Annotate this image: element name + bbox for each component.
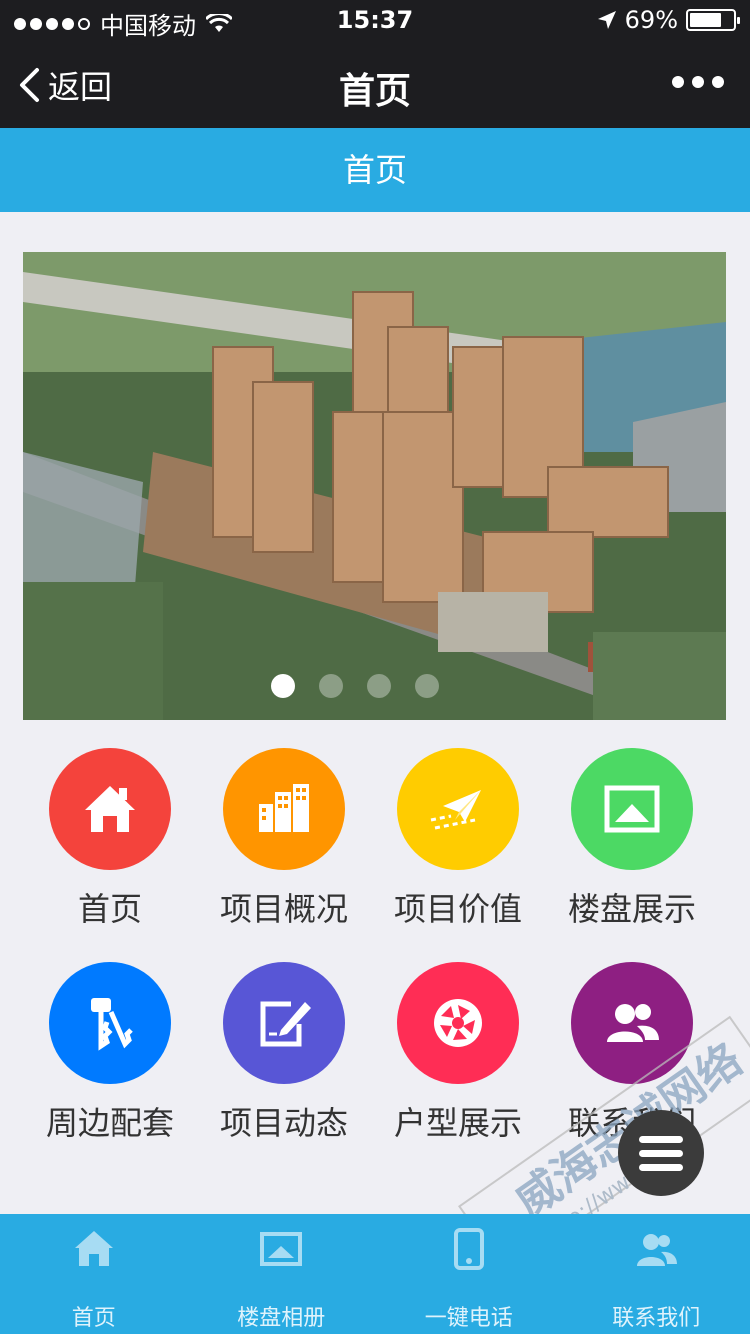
menu-item-label: 首页 [77,890,142,928]
users-icon [607,1004,659,1042]
banner-carousel[interactable] [23,252,726,720]
menu-item-circle [49,962,171,1084]
carousel-pager [271,674,439,698]
tab-contact[interactable]: 联系我们 [563,1214,750,1334]
menu-item-circle [49,748,171,870]
paper-plane-icon [430,790,481,830]
menu-item-circle [397,748,519,870]
status-right: 69% [597,6,740,34]
pager-dot[interactable] [367,674,391,698]
pager-dot[interactable] [319,674,343,698]
menu-item-contact[interactable]: 联系我们 [545,962,719,1144]
menu-item-value[interactable]: 项目价值 [371,748,545,930]
nav-bar: 返回 首页 [0,40,750,128]
menu-item-circle [397,962,519,1084]
users-icon [637,1234,678,1266]
tab-label: 楼盘相册 [237,1306,326,1331]
menu-item-label: 周边配套 [45,1104,174,1142]
keys-icon [91,998,133,1051]
menu-item-circle [223,962,345,1084]
tab-home[interactable]: 首页 [0,1214,188,1334]
menu-item-label: 项目概况 [219,890,348,928]
picture-icon [260,1232,303,1266]
buildings-icon [259,784,309,832]
menu-item-surroundings[interactable]: 周边配套 [23,962,197,1144]
location-arrow-icon [597,11,616,29]
home-icon [85,786,135,832]
aperture-icon [434,999,482,1047]
tab-call[interactable]: 一键电话 [375,1214,563,1334]
menu-item-label: 户型展示 [393,1104,522,1142]
menu-item-showcase[interactable]: 楼盘展示 [545,748,719,930]
page-title: 首页 [0,128,750,212]
bottom-tab-bar: 首页 楼盘相册 一键电话 联系我们 [0,1214,750,1334]
tab-label: 一键电话 [424,1306,513,1331]
menu-item-label: 项目动态 [219,1104,348,1142]
tab-album[interactable]: 楼盘相册 [188,1214,376,1334]
menu-item-overview[interactable]: 项目概况 [197,748,371,930]
tab-label: 联系我们 [612,1306,701,1331]
banner-image [23,252,726,720]
status-bar: 中国移动 15:37 69% [0,0,750,40]
phone-icon [453,1228,484,1270]
pager-dot[interactable] [271,674,295,698]
menu-item-label: 楼盘展示 [567,890,696,928]
menu-item-circle [571,748,693,870]
menu-item-news[interactable]: 项目动态 [197,962,371,1144]
nav-title: 首页 [338,71,411,112]
pager-dot[interactable] [415,674,439,698]
menu-item-home[interactable]: 首页 [23,748,197,930]
battery-icon [686,9,740,31]
menu-item-floorplans[interactable]: 户型展示 [371,962,545,1144]
menu-item-circle [223,748,345,870]
tab-label: 首页 [71,1306,116,1331]
picture-icon [604,785,660,833]
menu-item-circle [571,962,693,1084]
edit-icon [260,1001,311,1047]
battery-percent: 69% [624,6,678,34]
floating-menu-button[interactable] [618,1110,704,1196]
home-icon [74,1231,113,1266]
more-options-button[interactable] [672,76,724,88]
menu-item-label: 项目价值 [393,890,522,928]
